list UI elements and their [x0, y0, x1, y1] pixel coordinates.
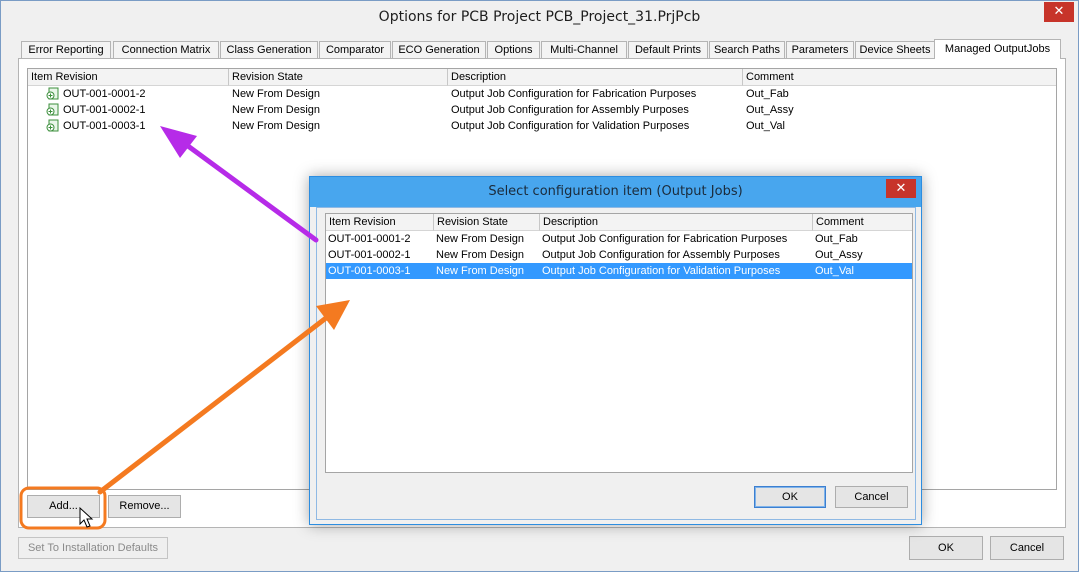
output-job-icon [46, 119, 59, 132]
add-button[interactable]: Add... [27, 495, 100, 518]
window-title: Options for PCB Project PCB_Project_31.P… [378, 9, 701, 25]
tab-search-paths[interactable]: Search Paths [709, 41, 785, 58]
description: Output Job Configuration for Assembly Pu… [542, 249, 780, 261]
item-revision: OUT-001-0003-1 [328, 265, 411, 277]
tab-connection-matrix[interactable]: Connection Matrix [113, 41, 219, 58]
comment: Out_Fab [815, 233, 858, 245]
revision-state: New From Design [436, 265, 525, 277]
output-job-icon [46, 87, 59, 100]
revision-state: New From Design [436, 233, 525, 245]
tab-parameters[interactable]: Parameters [786, 41, 854, 58]
dialog-title: Select configuration item (Output Jobs) [488, 184, 743, 199]
dialog-column-header-revision-state[interactable]: Revision State [434, 214, 540, 231]
description: Output Job Configuration for Validation … [542, 265, 781, 277]
dialog-column-header-comment[interactable]: Comment [813, 214, 912, 231]
tab-managed-outputjobs[interactable]: Managed OutputJobs [934, 39, 1061, 59]
tab-device-sheets[interactable]: Device Sheets [855, 41, 935, 58]
dialog-ok-button[interactable]: OK [754, 486, 826, 508]
tab-default-prints[interactable]: Default Prints [628, 41, 708, 58]
dialog-close-icon[interactable]: ✕ [886, 179, 916, 198]
table-row[interactable]: OUT-001-0003-1 New From Design Output Jo… [28, 118, 1056, 134]
tab-comparator[interactable]: Comparator [319, 41, 391, 58]
dialog-column-header-item-revision[interactable]: Item Revision [326, 214, 434, 231]
tab-multi-channel[interactable]: Multi-Channel [541, 41, 627, 58]
ok-button[interactable]: OK [909, 536, 983, 560]
row-comment: Out_Val [746, 120, 785, 132]
column-header-description[interactable]: Description [448, 69, 743, 86]
column-header-item-revision[interactable]: Item Revision [28, 69, 229, 86]
row-description: Output Job Configuration for Assembly Pu… [451, 104, 689, 116]
dialog-column-header-description[interactable]: Description [540, 214, 813, 231]
row-description: Output Job Configuration for Validation … [451, 120, 690, 132]
select-configuration-item-dialog: Select configuration item (Output Jobs) … [309, 176, 922, 525]
row-comment: Out_Assy [746, 104, 794, 116]
row-description: Output Job Configuration for Fabrication… [451, 88, 697, 100]
row-revision-state: New From Design [232, 88, 321, 100]
column-header-revision-state[interactable]: Revision State [229, 69, 448, 86]
comment: Out_Val [815, 265, 854, 277]
item-revision: OUT-001-0002-1 [328, 249, 411, 261]
row-revision-state: New From Design [232, 120, 321, 132]
row-item-revision: OUT-001-0002-1 [63, 104, 146, 116]
row-item-revision: OUT-001-0001-2 [63, 88, 146, 100]
item-revision: OUT-001-0001-2 [328, 233, 411, 245]
table-row[interactable]: OUT-001-0002-1 New From Design Output Jo… [28, 102, 1056, 118]
output-job-icon [46, 103, 59, 116]
column-header-comment[interactable]: Comment [743, 69, 1056, 86]
close-icon[interactable]: ✕ [1044, 2, 1074, 22]
remove-button[interactable]: Remove... [108, 495, 181, 518]
configuration-item-list[interactable]: Item Revision Revision State Description… [325, 213, 913, 473]
set-to-installation-defaults-button[interactable]: Set To Installation Defaults [18, 537, 168, 559]
list-item[interactable]: OUT-001-0002-1 New From Design Output Jo… [326, 247, 912, 263]
table-row[interactable]: OUT-001-0001-2 New From Design Output Jo… [28, 86, 1056, 102]
tab-class-generation[interactable]: Class Generation [220, 41, 318, 58]
tab-error-reporting[interactable]: Error Reporting [21, 41, 111, 58]
row-item-revision: OUT-001-0003-1 [63, 120, 146, 132]
tab-eco-generation[interactable]: ECO Generation [392, 41, 486, 58]
revision-state: New From Design [436, 249, 525, 261]
dialog-cancel-button[interactable]: Cancel [835, 486, 908, 508]
comment: Out_Assy [815, 249, 863, 261]
dialog-title-bar: Select configuration item (Output Jobs) … [310, 177, 921, 207]
tab-options[interactable]: Options [487, 41, 540, 58]
list-item-selected[interactable]: OUT-001-0003-1 New From Design Output Jo… [326, 263, 912, 279]
title-bar: Options for PCB Project PCB_Project_31.P… [1, 1, 1078, 33]
cancel-button[interactable]: Cancel [990, 536, 1064, 560]
row-revision-state: New From Design [232, 104, 321, 116]
dialog-body: Item Revision Revision State Description… [316, 207, 916, 520]
row-comment: Out_Fab [746, 88, 789, 100]
list-item[interactable]: OUT-001-0001-2 New From Design Output Jo… [326, 231, 912, 247]
description: Output Job Configuration for Fabrication… [542, 233, 788, 245]
